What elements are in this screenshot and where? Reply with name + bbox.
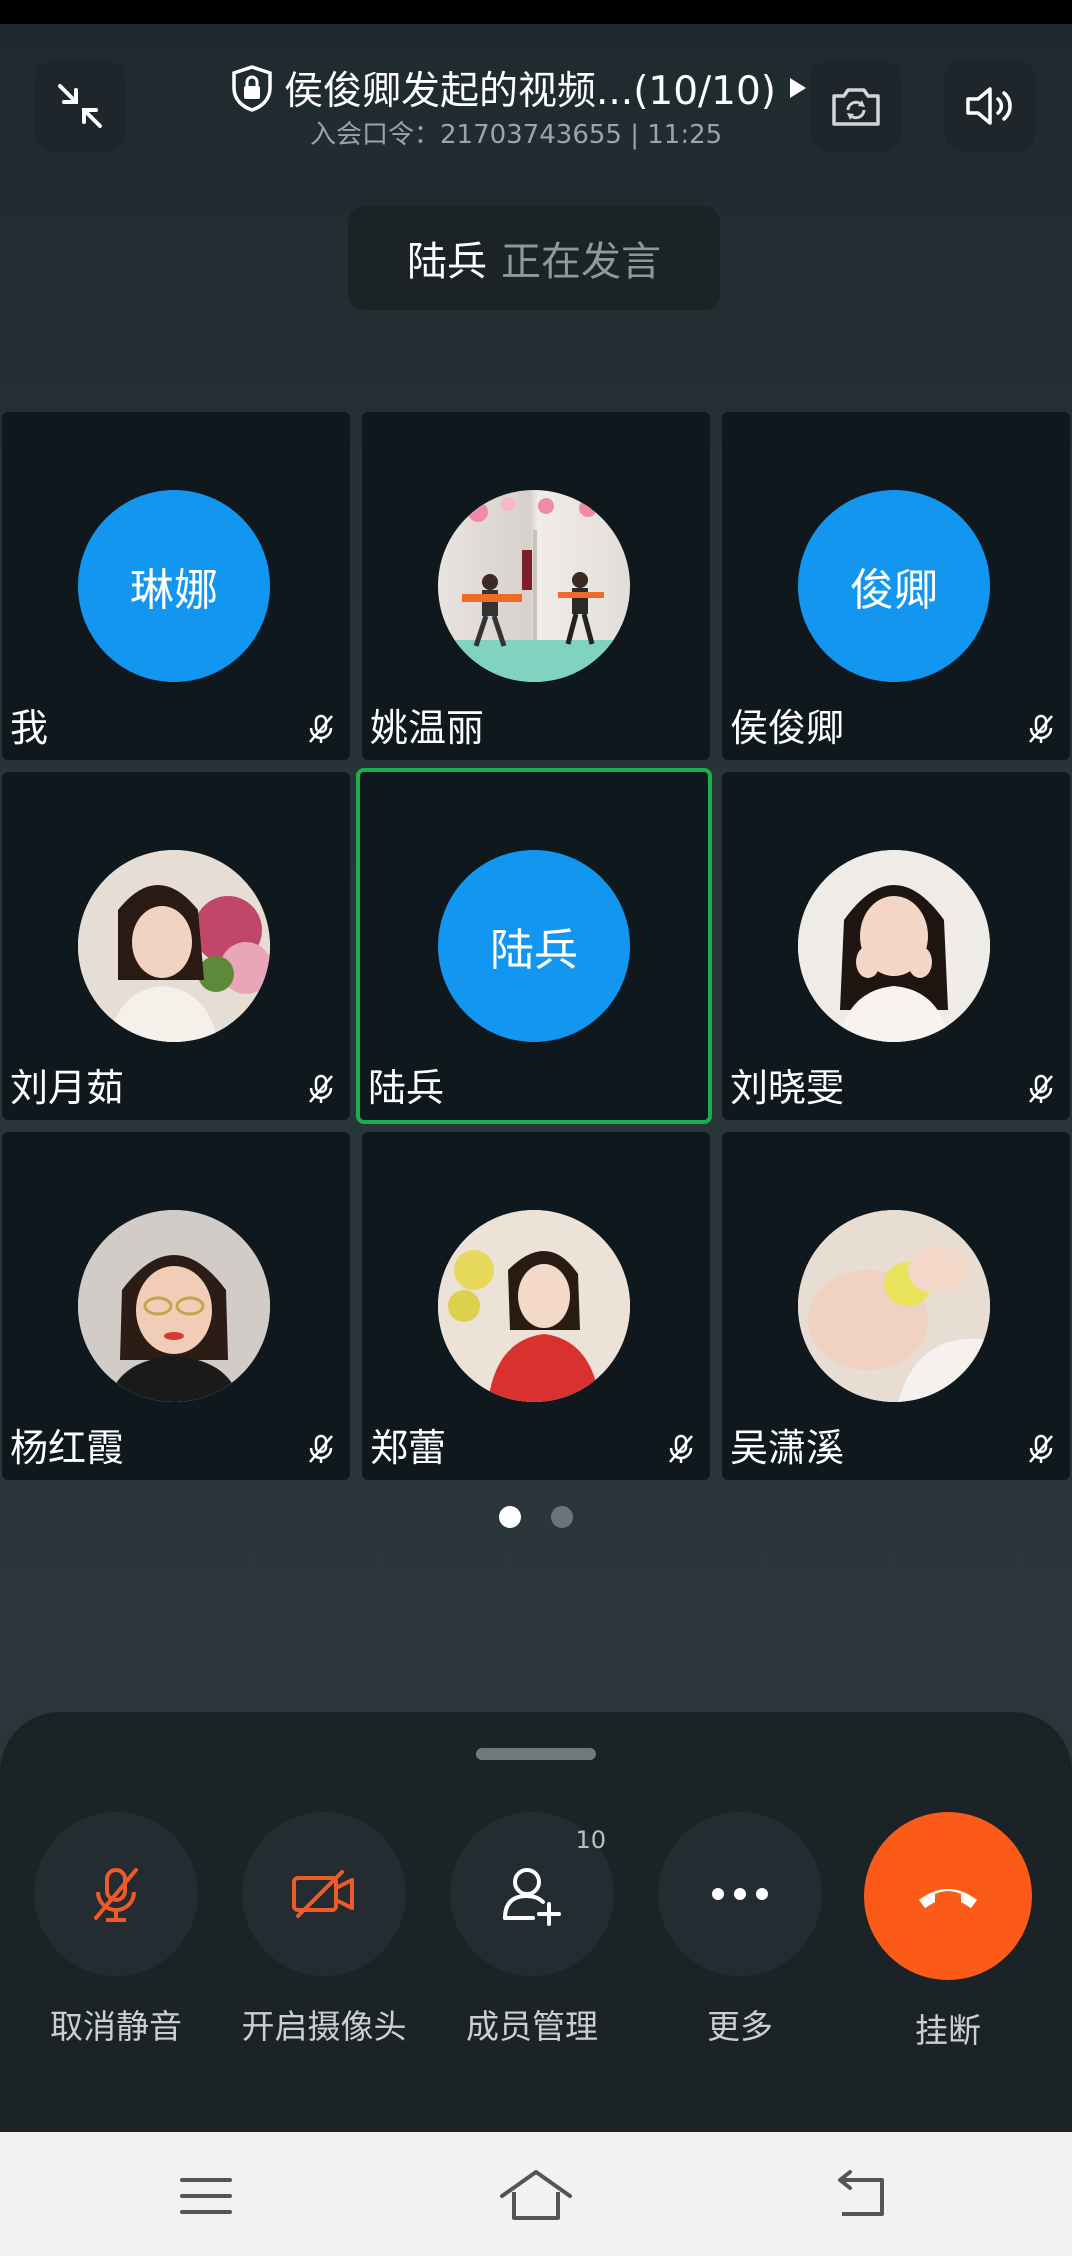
participant-name: 吴潇溪	[730, 1426, 845, 1470]
avatar-photo	[798, 850, 990, 1042]
hangup-label: 挂断	[915, 2011, 981, 2050]
mic-muted-icon	[669, 1434, 693, 1463]
dancers-photo	[438, 497, 630, 682]
switch-camera-icon	[832, 88, 880, 126]
mic-muted-icon	[1029, 1074, 1053, 1103]
camera-circle	[242, 1812, 406, 1976]
minimize-button[interactable]	[34, 60, 126, 152]
mic-muted-icon	[309, 1074, 333, 1103]
participant-tile[interactable]: 杨红霞	[2, 1132, 350, 1480]
woman-red-dress-photo	[438, 1210, 630, 1402]
page-dot-active[interactable]	[499, 1506, 521, 1528]
baby-photo	[798, 1210, 990, 1402]
phone-hangup-icon	[919, 1889, 977, 1908]
speaker-icon	[966, 87, 1012, 125]
participant-tile[interactable]: 刘月茹	[2, 772, 350, 1120]
meeting-code-time: 入会口令：21703743655 | 11:25	[310, 120, 723, 150]
menu-icon[interactable]	[176, 2166, 236, 2226]
participant-name: 杨红霞	[10, 1426, 125, 1470]
member-count-badge: 10	[575, 1826, 606, 1854]
mic-muted-icon	[1029, 714, 1053, 743]
switch-camera-button[interactable]	[810, 60, 902, 152]
caret-right-icon	[790, 78, 807, 98]
participant-tile[interactable]: 郑蕾	[362, 1132, 710, 1480]
woman-flowers-photo	[78, 850, 270, 1042]
avatar-photo	[438, 1210, 630, 1402]
avatar-photo	[438, 490, 630, 682]
camera-off-icon	[292, 1870, 354, 1918]
back-icon[interactable]	[832, 2166, 892, 2226]
control-panel: 取消静音 开启摄像头 10 成员管理 更多 挂断	[0, 1712, 1072, 2132]
avatar: 俊卿	[798, 490, 990, 682]
speaker-button[interactable]	[944, 60, 1036, 152]
participant-tile[interactable]: 刘晓雯	[722, 772, 1070, 1120]
active-speaker-banner: 陆兵 正在发言	[348, 206, 720, 310]
page-indicator	[0, 1506, 1072, 1528]
active-speaker-name: 陆兵	[407, 239, 487, 285]
camera-label: 开启摄像头	[241, 2007, 407, 2046]
minimize-icon	[58, 84, 102, 128]
avatar-photo	[798, 1210, 990, 1402]
participant-tile[interactable]: 琳娜 我	[2, 412, 350, 760]
member-circle: 10	[450, 1812, 614, 1976]
avatar-photo	[78, 1210, 270, 1402]
participant-name: 刘晓雯	[730, 1066, 845, 1110]
more-circle	[658, 1812, 822, 1976]
home-icon[interactable]	[498, 2166, 574, 2226]
more-label: 更多	[707, 2007, 773, 2046]
hangup-button[interactable]: 挂断	[858, 1812, 1038, 2052]
woman-portrait-photo	[798, 850, 990, 1042]
woman-glasses-photo	[78, 1210, 270, 1402]
participant-name: 侯俊卿	[730, 706, 845, 750]
camera-button[interactable]: 开启摄像头	[234, 1812, 414, 2048]
more-dots-icon	[712, 1888, 768, 1900]
mic-off-icon	[94, 1868, 138, 1922]
active-speaker-status: 正在发言	[501, 239, 661, 285]
mic-muted-icon	[309, 1434, 333, 1463]
participant-name: 姚温丽	[370, 706, 485, 750]
system-nav-bar	[0, 2132, 1072, 2256]
members-label: 成员管理	[466, 2007, 598, 2046]
participant-name: 我	[10, 706, 49, 750]
add-member-icon	[503, 1868, 561, 1926]
page-dot[interactable]	[551, 1506, 573, 1528]
member-management-button[interactable]: 10 成员管理	[442, 1812, 622, 2048]
mic-muted-icon	[1029, 1434, 1053, 1463]
avatar: 陆兵	[438, 850, 630, 1042]
participant-tile[interactable]: 吴潇溪	[722, 1132, 1070, 1480]
participant-name: 陆兵	[368, 1066, 445, 1110]
avatar: 琳娜	[78, 490, 270, 682]
meeting-title: 侯俊卿发起的视频...(10/10)	[284, 69, 777, 114]
participant-tile[interactable]: 姚温丽	[362, 412, 710, 760]
participant-name: 刘月茹	[10, 1066, 125, 1110]
drag-handle[interactable]	[476, 1748, 596, 1760]
participant-tile[interactable]: 俊卿 侯俊卿	[722, 412, 1070, 760]
unmute-label: 取消静音	[50, 2007, 182, 2046]
participant-tile-speaking[interactable]: 陆兵 陆兵	[356, 768, 712, 1124]
unmute-circle	[34, 1812, 198, 1976]
mic-muted-icon	[309, 714, 333, 743]
status-bar	[0, 0, 1072, 24]
participant-name: 郑蕾	[370, 1426, 447, 1470]
unmute-button[interactable]: 取消静音	[26, 1812, 206, 2048]
hangup-circle	[864, 1812, 1032, 1980]
participant-grid: 琳娜 我 姚温丽 俊卿 侯俊卿 刘月茹 陆兵 陆兵 刘晓雯 杨红霞 郑蕾 吴潇溪	[0, 412, 1072, 1482]
avatar-photo	[78, 850, 270, 1042]
lock-shield-icon	[232, 65, 272, 112]
more-button[interactable]: 更多	[650, 1812, 830, 2048]
meeting-title-row[interactable]: 侯俊卿发起的视频...(10/10)	[230, 62, 830, 114]
